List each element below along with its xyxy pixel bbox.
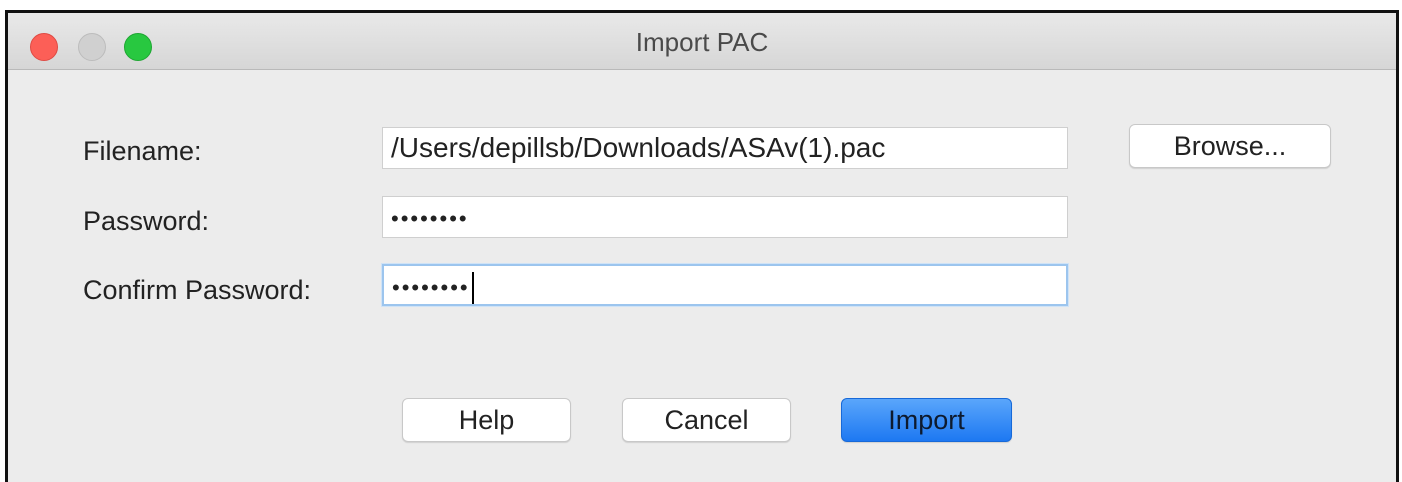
confirm-password-value: •••••••• [392, 275, 470, 300]
browse-button[interactable]: Browse... [1129, 124, 1331, 168]
text-caret [471, 271, 474, 304]
help-button[interactable]: Help [402, 398, 571, 442]
confirm-password-label: Confirm Password: [83, 275, 312, 305]
password-label: Password: [83, 206, 210, 236]
cancel-button[interactable]: Cancel [622, 398, 791, 442]
dialog-content: Filename: /Users/depillsb/Downloads/ASAv… [8, 70, 1396, 482]
password-value: •••••••• [391, 206, 469, 231]
window-title: Import PAC [635, 27, 769, 57]
import-pac-dialog: Import PAC Filename: /Users/depillsb/Dow… [5, 10, 1399, 482]
filename-field[interactable]: /Users/depillsb/Downloads/ASAv(1).pac [382, 127, 1068, 169]
filename-label: Filename: [83, 136, 202, 166]
import-button[interactable]: Import [841, 398, 1012, 442]
filename-value: /Users/depillsb/Downloads/ASAv(1).pac [391, 132, 886, 163]
title-bar: Import PAC [8, 13, 1396, 70]
confirm-password-field[interactable]: •••••••• [382, 264, 1068, 306]
password-field[interactable]: •••••••• [382, 196, 1068, 238]
